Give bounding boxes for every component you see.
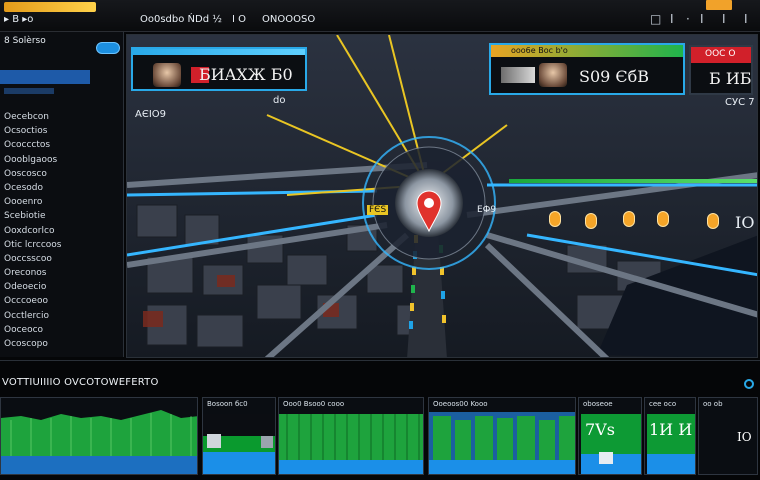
card-label: oboseoe	[583, 400, 613, 408]
camera-feed-right-header: ooo6e Boс b'o	[511, 46, 568, 55]
stat-card-2[interactable]: Ooo0 Bsoo0 cooo	[278, 397, 424, 475]
traffic-chart	[1, 410, 197, 474]
stat-value-6: IO	[737, 430, 752, 444]
sidebar-item-active[interactable]	[0, 70, 90, 84]
sidebar-item[interactable]: Oecebcon	[4, 112, 61, 126]
person-thumbnail-right	[539, 63, 567, 87]
toolbar-icon-2[interactable]: ·	[686, 12, 690, 26]
stat-card-5[interactable]: cee oco 1И И	[644, 397, 696, 475]
toolbar-icon-1[interactable]: I	[670, 12, 674, 26]
vehicle-thumbnail	[501, 67, 535, 83]
sidebar-item[interactable]: Oreconos	[4, 268, 61, 282]
sidebar-item[interactable]: Ocesodo	[4, 183, 61, 197]
poi-marker-icon[interactable]	[657, 211, 669, 227]
location-pin-dot	[424, 198, 434, 208]
camera-feed-right[interactable]: ooo6e Boс b'o S09 ЄбB	[489, 43, 685, 95]
sidebar-item[interactable]: Ooxdcorlco	[4, 226, 61, 240]
sidebar-item[interactable]: Scebiotie	[4, 211, 61, 225]
toolbar-icon-4[interactable]: I	[722, 12, 726, 26]
sidebar-item[interactable]: Ooceoco	[4, 325, 61, 339]
camera-feed-left-text: БИAХЖ Б0	[199, 65, 293, 84]
stat-card-6[interactable]: oo ob IO	[698, 397, 758, 475]
top-menu-item-5[interactable]: ONOOOSO	[262, 14, 315, 25]
sidebar-item[interactable]: Ocsoctios	[4, 126, 61, 140]
sidebar-item[interactable]: Otic lcrccoos	[4, 240, 61, 254]
card-label: Ooeoos00 Kooo	[433, 400, 488, 408]
map-view[interactable]: БИAХЖ Б0 AЄІO9 do ooo6e Boс b'o S09 ЄбB …	[126, 34, 758, 358]
sidebar-item[interactable]: Ooscosco	[4, 169, 61, 183]
stat-card-1[interactable]: Bosoon бc0	[202, 397, 276, 475]
camera-feed-right-text: S09 ЄбB	[579, 67, 650, 86]
stat-bar-blue	[203, 452, 275, 474]
sidebar-item[interactable]: Odeoecio	[4, 282, 61, 296]
person-thumbnail	[153, 63, 181, 87]
alert-panel[interactable]: OOC O Б ИБ	[689, 45, 753, 95]
camera-feed-left[interactable]: БИAХЖ Б0	[131, 47, 307, 91]
stat-value-5: 1И И	[649, 420, 693, 439]
poi-marker-icon[interactable]	[585, 213, 597, 229]
toolbar-icon-5[interactable]: I	[744, 12, 748, 26]
map-label-do: do	[273, 95, 286, 106]
route-label: FЄS	[367, 205, 389, 215]
poi-marker-icon[interactable]	[549, 211, 561, 227]
alert-panel-value: Б ИБ	[709, 69, 752, 88]
sidebar-item[interactable]: Occcoeoo	[4, 296, 61, 310]
bar-chart-2	[279, 414, 423, 474]
card-label: oo ob	[703, 400, 723, 408]
window-icon[interactable]: □	[650, 12, 661, 26]
card-label	[5, 400, 7, 408]
area-label: AЄІO9	[135, 109, 167, 120]
poi-marker-icon[interactable]	[623, 211, 635, 227]
bar-chart-3	[429, 412, 575, 474]
thumbnail-icon	[599, 452, 613, 464]
notification-badge-icon[interactable]	[706, 0, 732, 10]
camera-feed-header	[133, 49, 305, 55]
map-label-cc: CУC 7	[725, 97, 755, 108]
bottom-panel-title: VOTTIUIIIIO OVCOTOWEFERTO	[2, 377, 159, 388]
sidebar-item[interactable]: Ocoscopo	[4, 339, 61, 353]
traffic-chart-card[interactable]	[0, 397, 198, 475]
card-label: cee oco	[649, 400, 677, 408]
thumbnail-icon	[261, 436, 273, 448]
sidebar-divider	[4, 88, 54, 94]
sidebar-list: Oecebcon Ocsoctios Ococcctos Oooblgaoos Oosc…	[4, 112, 61, 353]
sidebar-item[interactable]: Oooblgaoos	[4, 155, 61, 169]
settings-icon[interactable]	[744, 379, 754, 389]
app-logo	[4, 2, 96, 12]
stat-card-3[interactable]: Ooeoos00 Kooo	[428, 397, 576, 475]
thumbnail-icon	[207, 434, 221, 448]
card-label: Ooo0 Bsoo0 cooo	[283, 400, 345, 408]
card-label: Bosoon бc0	[207, 400, 248, 408]
sidebar-item[interactable]: Ooccsscoo	[4, 254, 61, 268]
sidebar-title: 8 Solèrso	[4, 36, 46, 46]
stat-value-4: 7Vѕ	[585, 420, 615, 439]
route-highlight	[509, 179, 757, 183]
sidebar-item[interactable]: Occtlercio	[4, 311, 61, 325]
top-menu-item-2[interactable]	[60, 14, 63, 25]
sidebar-item[interactable]: Ococcctos	[4, 140, 61, 154]
top-menu-item-4[interactable]: I O	[232, 14, 246, 25]
poi-marker-icon[interactable]	[707, 213, 719, 229]
top-menu-item-3[interactable]: Oo0sdbo ŃDd ½	[140, 14, 222, 25]
top-menu-item-1[interactable]: ▸ B ▸o	[4, 14, 33, 25]
toolbar-icon-3[interactable]: I	[700, 12, 704, 26]
alert-panel-header: OOC O	[705, 49, 736, 59]
sidebar: 8 Solèrso Oecebcon Ocsoctios Ococcctos Ooob…	[0, 32, 124, 357]
sidebar-toggle[interactable]	[96, 42, 120, 54]
top-bar: ▸ B ▸o Oo0sdbo ŃDd ½ I O ONOOOSO □ I · I…	[0, 0, 760, 32]
map-label-io: IO	[735, 213, 755, 232]
bottom-panel: VOTTIUIIIIO OVCOTOWEFERTO Bosoon бc0 Ooo…	[0, 360, 760, 480]
sidebar-item[interactable]: Oooenro	[4, 197, 61, 211]
stat-card-4[interactable]: oboseoe 7Vѕ	[578, 397, 642, 475]
route-label-right: EФ9	[477, 205, 497, 215]
